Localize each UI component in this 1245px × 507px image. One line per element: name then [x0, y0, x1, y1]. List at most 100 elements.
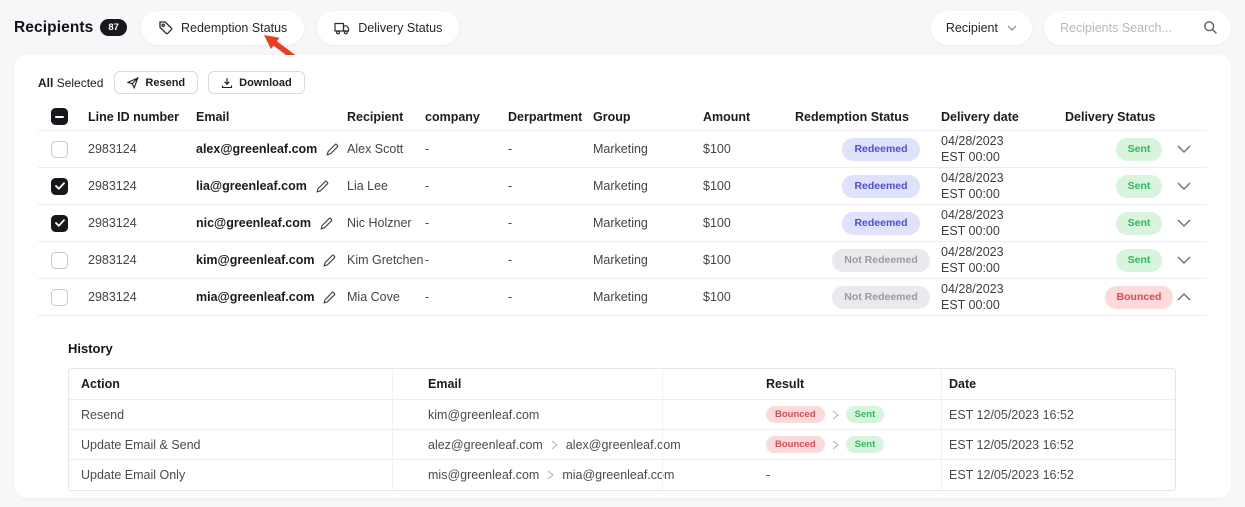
row-checkbox[interactable]: [51, 252, 68, 269]
col-header-group: Group: [593, 110, 703, 124]
history-email-cell: alez@greenleaf.com alex@greenleaf.com: [392, 430, 662, 459]
recipient-filter-dropdown[interactable]: Recipient: [931, 11, 1032, 45]
group-cell: Marketing: [593, 253, 703, 267]
history-email-from: alez@greenleaf.com: [428, 438, 543, 452]
row-chevron-icon[interactable]: [1177, 256, 1191, 264]
recipient-filter-value: Recipient: [946, 21, 998, 35]
department-cell: -: [508, 142, 593, 156]
history-email-cell: kim@greenleaf.com: [392, 400, 662, 429]
history-result-to: Sent: [846, 436, 885, 453]
history-col-result: Result: [662, 369, 941, 399]
delivery-status-badge: Sent: [1116, 249, 1163, 272]
col-header-amount: Amount: [703, 110, 795, 124]
check-icon: [55, 219, 65, 227]
row-checkbox[interactable]: [51, 141, 68, 158]
history-result-dash: -: [766, 468, 770, 482]
email-cell: alex@greenleaf.com: [196, 142, 317, 156]
group-cell: Marketing: [593, 290, 703, 304]
resend-button[interactable]: Resend: [114, 71, 198, 94]
history-col-date: Date: [941, 369, 1176, 399]
col-header-email: Email: [196, 110, 347, 124]
company-cell: -: [425, 142, 508, 156]
email-cell: nic@greenleaf.com: [196, 216, 311, 230]
row-chevron-icon[interactable]: [1177, 293, 1191, 301]
group-cell: Marketing: [593, 179, 703, 193]
department-cell: -: [508, 253, 593, 267]
department-cell: -: [508, 216, 593, 230]
topbar: Recipients 87 Redemption Status Delivery…: [0, 0, 1245, 55]
delivery-date-cell: 04/28/2023 EST 00:00: [941, 170, 1065, 203]
row-checkbox[interactable]: [51, 178, 68, 195]
delivery-date-cell: 04/28/2023 EST 00:00: [941, 133, 1065, 166]
history-date-cell: EST 12/05/2023 16:52: [941, 400, 1176, 429]
history-action-cell: Resend: [69, 400, 392, 429]
email-cell: mia@greenleaf.com: [196, 290, 314, 304]
history-email-arrow-icon: [551, 440, 558, 450]
edit-email-icon[interactable]: [326, 143, 339, 156]
line-id-cell: 2983124: [88, 290, 196, 304]
edit-email-icon[interactable]: [323, 254, 336, 267]
col-header-company: company: [425, 110, 508, 124]
delivery-status-badge: Bounced: [1105, 286, 1174, 309]
send-icon: [127, 77, 139, 89]
history-header-row: Action Email Result Date: [69, 369, 1175, 400]
row-checkbox[interactable]: [51, 289, 68, 306]
line-id-cell: 2983124: [88, 142, 196, 156]
resend-label: Resend: [145, 77, 185, 89]
email-cell: lia@greenleaf.com: [196, 179, 307, 193]
row-chevron-icon[interactable]: [1177, 182, 1191, 190]
history-email-arrow-icon: [547, 470, 554, 480]
delivery-date-cell: 04/28/2023 EST 00:00: [941, 207, 1065, 240]
redemption-status-button[interactable]: Redemption Status: [141, 11, 304, 45]
search-input[interactable]: [1060, 21, 1203, 35]
download-icon: [221, 77, 233, 89]
delivery-status-button[interactable]: Delivery Status: [317, 11, 459, 45]
select-all-checkbox[interactable]: [51, 108, 68, 125]
edit-email-icon[interactable]: [320, 217, 333, 230]
col-header-recipient: Recipient: [347, 110, 425, 124]
recipients-count-badge: 87: [100, 19, 127, 36]
redemption-status-badge: Not Redeemed: [832, 249, 930, 272]
page-title: Recipients: [14, 19, 93, 37]
delivery-status-badge: Sent: [1116, 212, 1163, 235]
history-email-cell: mis@greenleaf.com mia@greenleaf.com: [392, 460, 662, 490]
company-cell: -: [425, 290, 508, 304]
amount-cell: $100: [703, 290, 795, 304]
selection-label: All Selected: [38, 76, 103, 90]
table-row: 2983124 alex@greenleaf.com Alex Scott - …: [38, 131, 1207, 168]
col-header-department: Derpartment: [508, 110, 593, 124]
table-row: 2983124 mia@greenleaf.com Mia Cove - - M…: [38, 279, 1207, 316]
download-button[interactable]: Download: [208, 71, 305, 94]
history-col-action: Action: [69, 369, 392, 399]
history-section: History Action Email Result Date Resend …: [38, 341, 1207, 491]
truck-icon: [334, 21, 350, 35]
redemption-status-badge: Redeemed: [842, 138, 919, 161]
row-checkbox[interactable]: [51, 215, 68, 232]
edit-email-icon[interactable]: [323, 291, 336, 304]
table-row: 2983124 kim@greenleaf.com Kim Gretchen -…: [38, 242, 1207, 279]
amount-cell: $100: [703, 179, 795, 193]
history-result-badges: Bounced Sent: [766, 436, 884, 453]
redemption-status-badge: Redeemed: [842, 212, 919, 235]
redemption-status-badge: Not Redeemed: [832, 286, 930, 309]
history-action-cell: Update Email & Send: [69, 430, 392, 459]
delivery-status-label: Delivery Status: [358, 21, 442, 35]
delivery-status-badge: Sent: [1116, 138, 1163, 161]
history-table-body: Resend kim@greenleaf.com Bounced Sent Bo…: [69, 400, 1175, 490]
recipient-cell: Nic Holzner: [347, 216, 425, 230]
row-chevron-icon[interactable]: [1177, 145, 1191, 153]
delivery-status-badge: Sent: [1116, 175, 1163, 198]
download-label: Download: [239, 77, 292, 89]
col-header-delivery-status: Delivery Status: [1065, 110, 1177, 124]
selection-toolbar: All Selected Resend Download: [38, 71, 1207, 94]
company-cell: -: [425, 216, 508, 230]
chevron-down-icon: [1007, 25, 1017, 31]
table-row: 2983124 lia@greenleaf.com Lia Lee - - Ma…: [38, 168, 1207, 205]
row-chevron-icon[interactable]: [1177, 219, 1191, 227]
search-box[interactable]: [1044, 11, 1231, 45]
topbar-right-group: Recipient: [931, 11, 1231, 45]
table-row: 2983124 nic@greenleaf.com Nic Holzner - …: [38, 205, 1207, 242]
amount-cell: $100: [703, 253, 795, 267]
history-result-arrow-icon: [832, 440, 839, 450]
edit-email-icon[interactable]: [316, 180, 329, 193]
